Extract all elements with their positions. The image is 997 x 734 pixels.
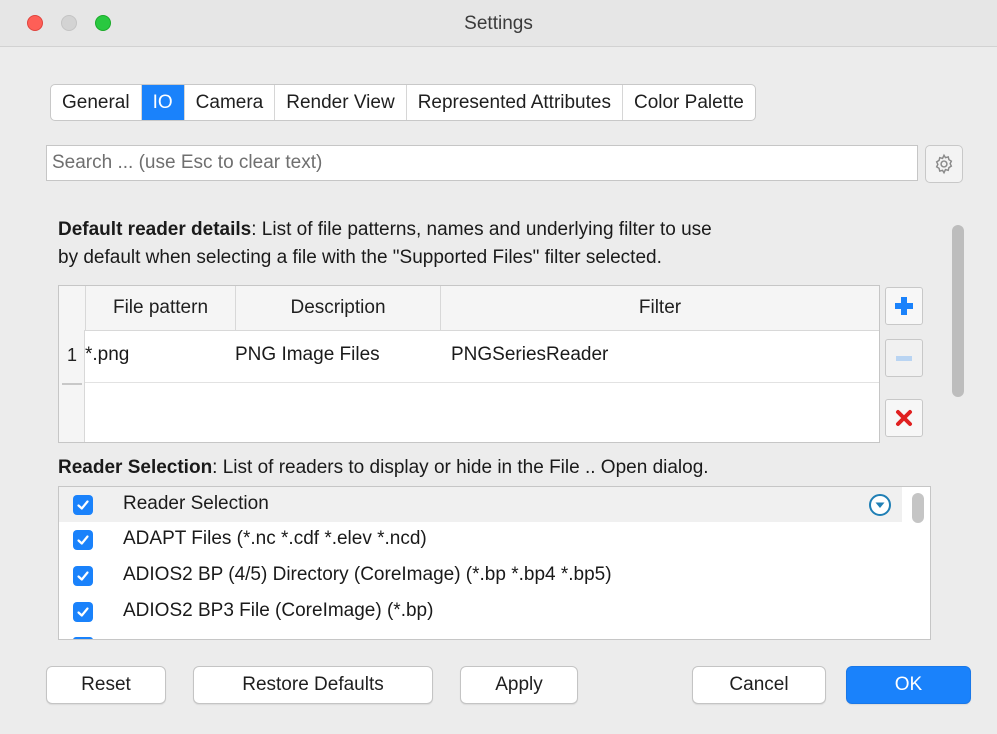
list-item[interactable]: ADIOS2 BP (4/5) Directory (CoreImage) (*…: [59, 559, 902, 593]
settings-scroll-thumb[interactable]: [952, 225, 964, 397]
cell-file-pattern[interactable]: *.png: [85, 330, 129, 382]
remove-all-rows-button[interactable]: [885, 399, 923, 437]
reset-button[interactable]: Reset: [46, 666, 166, 704]
reader-checkbox[interactable]: [73, 602, 93, 622]
tab-general[interactable]: General: [51, 85, 142, 120]
reader-selection-list: Reader Selection ADAPT Files (*.nc *.cdf…: [58, 486, 931, 640]
default-reader-heading: Default reader details: [58, 219, 252, 240]
checkmark-icon: [77, 500, 89, 510]
reader-list-header: Reader Selection: [59, 487, 902, 522]
table-header: File pattern Description Filter: [59, 286, 879, 331]
column-filter[interactable]: Filter: [441, 286, 879, 330]
window-title: Settings: [464, 13, 533, 34]
remove-row-button[interactable]: [885, 339, 923, 377]
column-description[interactable]: Description: [236, 286, 441, 330]
reader-label: ADAPT Files (*.nc *.cdf *.elev *.ncd): [123, 528, 427, 549]
tab-camera[interactable]: Camera: [185, 85, 276, 120]
plus-icon: [895, 297, 913, 315]
minus-icon: [896, 356, 912, 361]
table-row[interactable]: *.png PNG Image Files PNGSeriesReader: [85, 330, 879, 383]
search-input[interactable]: Search ... (use Esc to clear text): [46, 145, 918, 181]
settings-tabs: General IO Camera Render View Represente…: [50, 84, 756, 121]
checkmark-icon: [77, 571, 89, 581]
red-x-icon: [896, 410, 912, 426]
list-item[interactable]: ADAPT Files (*.nc *.cdf *.elev *.ncd): [59, 523, 902, 557]
ok-button[interactable]: OK: [846, 666, 971, 704]
reader-checkbox[interactable]: [73, 530, 93, 550]
reader-checkbox[interactable]: [73, 566, 93, 586]
cancel-button[interactable]: Cancel: [692, 666, 826, 704]
reader-list-header-label: Reader Selection: [123, 493, 269, 514]
row-number: 1: [67, 345, 78, 365]
add-row-button[interactable]: [885, 287, 923, 325]
checkmark-icon: [77, 607, 89, 617]
restore-defaults-button[interactable]: Restore Defaults: [193, 666, 433, 704]
apply-button[interactable]: Apply: [460, 666, 578, 704]
cell-filter[interactable]: PNGSeriesReader: [451, 330, 608, 382]
row-header-divider: [62, 383, 82, 385]
reader-label: ADIOS2 BP (4/5) Directory (CoreImage) (*…: [123, 564, 612, 585]
advanced-settings-button[interactable]: [925, 145, 963, 183]
tab-represented-attributes[interactable]: Represented Attributes: [407, 85, 623, 120]
table-corner: [59, 286, 86, 330]
reader-list-scroll-thumb[interactable]: [912, 493, 924, 523]
tab-render-view[interactable]: Render View: [275, 85, 407, 120]
list-item[interactable]: ADIOS2 BP3 File (CoreImage) (*.bp): [59, 595, 902, 629]
title-bar: Settings: [0, 0, 997, 47]
checkmark-icon: [77, 535, 89, 545]
cell-description[interactable]: PNG Image Files: [235, 330, 380, 382]
reader-label: ADIOS2 BP3 File (CoreImage) (*.bp): [123, 600, 434, 621]
tab-io[interactable]: IO: [141, 85, 185, 120]
reader-selection-description: Reader Selection: List of readers to dis…: [58, 457, 709, 478]
select-all-checkbox[interactable]: [73, 495, 93, 515]
tab-color-palette[interactable]: Color Palette: [623, 85, 755, 120]
gear-icon: [935, 153, 953, 175]
column-file-pattern[interactable]: File pattern: [86, 286, 236, 330]
default-reader-table: File pattern Description Filter 1 *.png …: [58, 285, 880, 443]
filter-dropdown-icon[interactable]: [868, 493, 892, 517]
default-reader-description: Default reader details: List of file pat…: [58, 219, 712, 268]
reader-selection-heading: Reader Selection: [58, 457, 213, 478]
reader-checkbox-partial[interactable]: [73, 637, 93, 639]
